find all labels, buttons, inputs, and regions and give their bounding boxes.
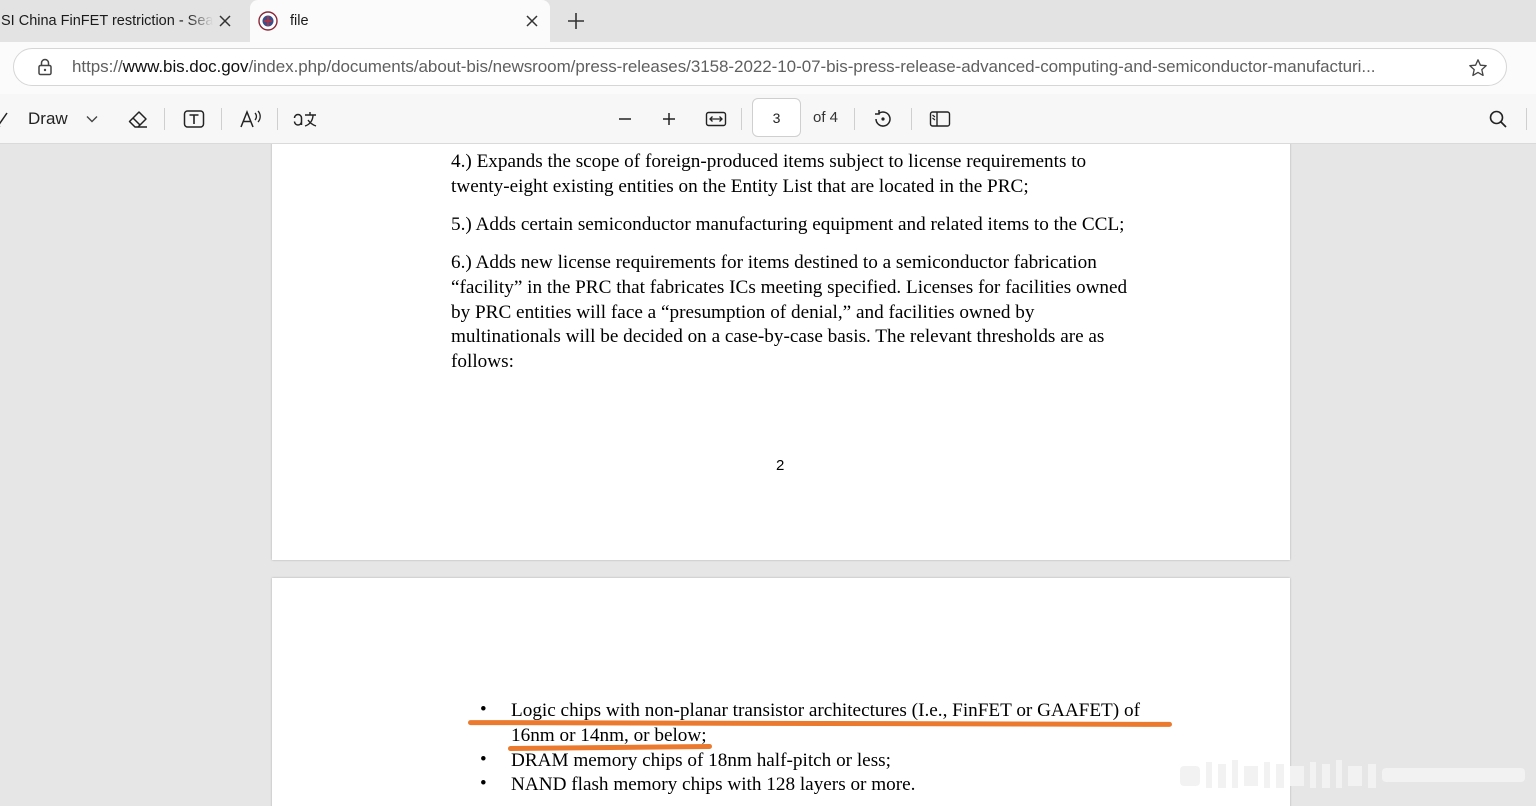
page-number-input[interactable]: 3 — [752, 98, 801, 137]
tab-strip: SI China FinFET restriction - Search fil… — [0, 0, 1536, 42]
url-host: www.bis.doc.gov — [122, 57, 249, 76]
favorite-star-icon[interactable] — [1466, 56, 1490, 80]
add-text-icon[interactable] — [181, 106, 207, 132]
toolbar-divider — [277, 108, 278, 130]
paragraph-6-line-1: 6.) Adds new license requirements for it… — [451, 252, 1097, 273]
toolbar-divider — [741, 108, 742, 130]
paragraph-6-line-5: follows: — [451, 351, 514, 372]
bullet-marker: • — [480, 773, 487, 794]
paragraph-4-line-2: twenty-eight existing entities on the En… — [451, 176, 1029, 197]
draw-button[interactable]: Draw — [28, 106, 68, 132]
lock-icon[interactable] — [34, 56, 56, 78]
draw-pen-icon[interactable] — [0, 106, 14, 132]
paragraph-5: 5.) Adds certain semiconductor manufactu… — [451, 214, 1125, 235]
bullet-3: NAND flash memory chips with 128 layers … — [511, 774, 916, 795]
page-view-icon[interactable] — [927, 106, 953, 132]
toolbar-divider — [1526, 108, 1527, 130]
chevron-down-icon[interactable] — [84, 106, 100, 132]
tab-title: file — [290, 13, 309, 29]
navigation-bar: https://www.bis.doc.gov/index.php/docume… — [0, 42, 1536, 94]
url-path: /index.php/documents/about-bis/newsroom/… — [248, 57, 1376, 76]
pdf-viewer[interactable]: 4.) Expands the scope of foreign-produce… — [0, 144, 1536, 806]
new-tab-icon[interactable] — [562, 7, 590, 35]
url-scheme: https:// — [72, 57, 123, 76]
eraser-icon[interactable] — [125, 106, 151, 132]
pdf-page: 4.) Expands the scope of foreign-produce… — [272, 144, 1290, 560]
pdf-toolbar: Draw 3 of 4 — [0, 94, 1536, 144]
watermark-logo — [1180, 760, 1525, 788]
toolbar-divider — [164, 108, 165, 130]
bullet-marker: • — [480, 749, 487, 770]
paragraph-6-line-4: multinationals will be decided on a case… — [451, 326, 1105, 347]
fit-to-width-icon[interactable] — [703, 106, 729, 132]
paragraph-4-line-1: 4.) Expands the scope of foreign-produce… — [451, 151, 1087, 172]
tab-search[interactable]: SI China FinFET restriction - Search — [0, 0, 250, 42]
toolbar-divider — [854, 108, 855, 130]
page-number: 2 — [776, 457, 785, 474]
zoom-in-icon[interactable] — [658, 106, 680, 132]
bis-seal-icon — [258, 11, 278, 31]
rotate-icon[interactable] — [870, 106, 896, 132]
close-icon[interactable] — [213, 9, 237, 33]
translate-icon[interactable] — [291, 106, 319, 132]
search-icon[interactable] — [1486, 106, 1510, 132]
close-icon[interactable] — [520, 9, 544, 33]
bullet-marker: • — [480, 699, 487, 720]
address-bar[interactable]: https://www.bis.doc.gov/index.php/docume… — [13, 48, 1507, 86]
zoom-out-icon[interactable] — [614, 106, 636, 132]
paragraph-6-line-3: by PRC entities will face a “presumption… — [451, 302, 1035, 323]
read-aloud-icon[interactable] — [238, 106, 264, 132]
bullet-2: DRAM memory chips of 18nm half-pitch or … — [511, 750, 891, 771]
toolbar-divider — [221, 108, 222, 130]
url-text[interactable]: https://www.bis.doc.gov/index.php/docume… — [72, 57, 1442, 77]
tab-title: SI China FinFET restriction - Search — [1, 13, 213, 29]
toolbar-divider — [911, 108, 912, 130]
paragraph-6-line-2: “facility” in the PRC that fabricates IC… — [451, 277, 1128, 298]
tab-file[interactable]: file — [250, 0, 550, 42]
pdf-page: • Logic chips with non-planar transistor… — [272, 578, 1290, 806]
total-pages-label: of 4 — [813, 109, 839, 126]
